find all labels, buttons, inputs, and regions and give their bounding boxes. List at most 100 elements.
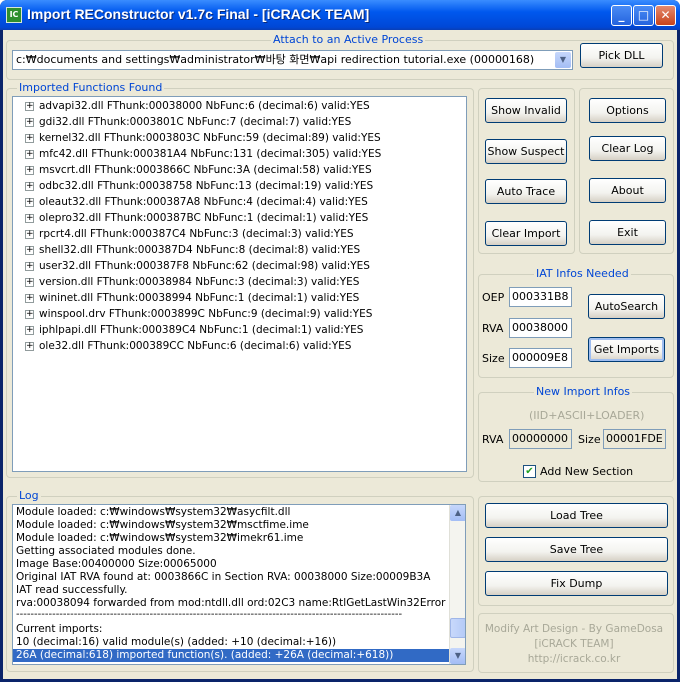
expand-plus-icon[interactable]: +	[25, 182, 34, 191]
expand-plus-icon[interactable]: +	[25, 134, 34, 143]
new-rva-label: RVA	[482, 433, 504, 446]
tree-item-label: gdi32.dll FThunk:0003801C NbFunc:7 (deci…	[39, 116, 352, 128]
process-select-value: c:₩documents and settings₩administrator₩…	[16, 53, 535, 66]
expand-plus-icon[interactable]: +	[25, 214, 34, 223]
get-imports-button[interactable]: Get Imports	[588, 337, 665, 362]
size-input[interactable]: 000009E8	[509, 348, 572, 368]
pick-dll-button[interactable]: Pick DLL	[580, 43, 663, 68]
scroll-up-icon[interactable]: ▲	[450, 505, 465, 521]
tree-item[interactable]: + user32.dll FThunk:000387F8 NbFunc:62 (d…	[13, 258, 466, 274]
clear-import-button[interactable]: Clear Import	[485, 221, 567, 246]
log-separator: ----------------------------------------…	[16, 610, 403, 620]
imports-group-title: Imported Functions Found	[17, 81, 165, 94]
log-line[interactable]: Original IAT RVA found at: 0003866C in S…	[13, 571, 465, 584]
tree-item[interactable]: + mfc42.dll FThunk:000381A4 NbFunc:131 (d…	[13, 146, 466, 162]
minimize-button[interactable]: _	[611, 5, 632, 26]
credits-line-1: Modify Art Design - By GameDosa	[484, 623, 664, 635]
tree-item[interactable]: + olepro32.dll FThunk:000387BC NbFunc:1 (…	[13, 210, 466, 226]
tree-item[interactable]: + oleaut32.dll FThunk:000387A8 NbFunc:4 (…	[13, 194, 466, 210]
tree-item[interactable]: + shell32.dll FThunk:000387D4 NbFunc:8 (d…	[13, 242, 466, 258]
new-size-label: Size	[578, 433, 601, 446]
imports-tree[interactable]: + advapi32.dll FThunk:00038000 NbFunc:6 (…	[12, 96, 467, 472]
log-line[interactable]: Module loaded: c:₩windows₩system32₩msctf…	[13, 519, 465, 532]
log-line[interactable]: 10 (decimal:16) valid module(s) (added: …	[13, 636, 465, 649]
log-line[interactable]: Module loaded: c:₩windows₩system32₩imekr…	[13, 532, 465, 545]
log-list[interactable]: Module loaded: c:₩windows₩system32₩asycf…	[12, 504, 466, 665]
close-button[interactable]: ✕	[655, 5, 676, 26]
new-rva-input[interactable]: 00000000	[509, 429, 572, 449]
expand-plus-icon[interactable]: +	[25, 166, 34, 175]
expand-plus-icon[interactable]: +	[25, 262, 34, 271]
log-scrollbar[interactable]: ▲ ▼	[449, 505, 465, 664]
log-line[interactable]: Current imports:	[13, 623, 465, 636]
expand-plus-icon[interactable]: +	[25, 342, 34, 351]
expand-plus-icon[interactable]: +	[25, 294, 34, 303]
expand-plus-icon[interactable]: +	[25, 310, 34, 319]
app-icon: IC	[6, 7, 22, 23]
about-button[interactable]: About	[589, 178, 666, 203]
options-button[interactable]: Options	[589, 98, 666, 123]
oep-input[interactable]: 000331B8	[509, 287, 572, 307]
credits-group: Modify Art Design - By GameDosa [iCRACK …	[478, 613, 674, 673]
scroll-down-icon[interactable]: ▼	[450, 648, 465, 664]
log-line[interactable]: Module loaded: c:₩windows₩system32₩asycf…	[13, 506, 465, 519]
expand-plus-icon[interactable]: +	[25, 198, 34, 207]
credits-line-2: [iCRACK TEAM]	[534, 638, 614, 650]
tree-item[interactable]: + iphlpapi.dll FThunk:000389C4 NbFunc:1 (…	[13, 322, 466, 338]
tree-item[interactable]: + gdi32.dll FThunk:0003801C NbFunc:7 (dec…	[13, 114, 466, 130]
rva-label: RVA	[482, 322, 504, 335]
log-line[interactable]: Image Base:00400000 Size:00065000	[13, 558, 465, 571]
log-group-title: Log	[17, 489, 41, 502]
tree-item-label: ole32.dll FThunk:000389CC NbFunc:6 (deci…	[39, 340, 352, 352]
tree-item[interactable]: + version.dll FThunk:00038984 NbFunc:3 (d…	[13, 274, 466, 290]
save-tree-button[interactable]: Save Tree	[485, 537, 668, 562]
tree-item[interactable]: + msvcrt.dll FThunk:0003866C NbFunc:3A (d…	[13, 162, 466, 178]
chevron-down-icon[interactable]: ▼	[555, 52, 571, 68]
expand-plus-icon[interactable]: +	[25, 278, 34, 287]
tree-item-label: rpcrt4.dll FThunk:000387C4 NbFunc:3 (dec…	[39, 228, 354, 240]
expand-plus-icon[interactable]: +	[25, 230, 34, 239]
show-suspect-button[interactable]: Show Suspect	[485, 139, 567, 164]
log-line[interactable]: Getting associated modules done.	[13, 545, 465, 558]
log-line[interactable]: rva:00038094 forwarded from mod:ntdll.dl…	[13, 597, 465, 610]
tree-item-label: wininet.dll FThunk:00038994 NbFunc:1 (de…	[39, 292, 360, 304]
client-area: Attach to an Active Process c:₩documents…	[3, 30, 677, 679]
scroll-thumb[interactable]	[450, 618, 465, 638]
iat-group: IAT Infos Needed	[478, 267, 674, 378]
tree-item-label: kernel32.dll FThunk:0003803C NbFunc:59 (…	[39, 132, 381, 144]
expand-plus-icon[interactable]: +	[25, 102, 34, 111]
expand-plus-icon[interactable]: +	[25, 118, 34, 127]
imports-tree-rows: + advapi32.dll FThunk:00038000 NbFunc:6 (…	[13, 97, 466, 354]
add-section-label[interactable]: Add New Section	[540, 465, 633, 478]
expand-plus-icon[interactable]: +	[25, 246, 34, 255]
title-bar[interactable]: IC Import REConstructor v1.7c Final - [i…	[0, 0, 680, 30]
tree-item-label: advapi32.dll FThunk:00038000 NbFunc:6 (d…	[39, 100, 370, 112]
tree-item[interactable]: + rpcrt4.dll FThunk:000387C4 NbFunc:3 (de…	[13, 226, 466, 242]
load-tree-button[interactable]: Load Tree	[485, 503, 668, 528]
log-line[interactable]: IAT read successfully.	[13, 584, 465, 597]
show-invalid-button[interactable]: Show Invalid	[485, 98, 567, 123]
auto-trace-button[interactable]: Auto Trace	[485, 179, 567, 204]
tree-item-label: iphlpapi.dll FThunk:000389C4 NbFunc:1 (d…	[39, 324, 364, 336]
maximize-button[interactable]: □	[633, 5, 654, 26]
expand-plus-icon[interactable]: +	[25, 326, 34, 335]
add-section-checkbox[interactable]: ✔	[523, 465, 536, 478]
exit-button[interactable]: Exit	[589, 220, 666, 245]
fix-dump-button[interactable]: Fix Dump	[485, 571, 668, 596]
window-title: Import REConstructor v1.7c Final - [iCRA…	[27, 6, 370, 22]
tree-item-label: user32.dll FThunk:000387F8 NbFunc:62 (de…	[39, 260, 370, 272]
tree-item[interactable]: + advapi32.dll FThunk:00038000 NbFunc:6 (…	[13, 98, 466, 114]
autosearch-button[interactable]: AutoSearch	[588, 294, 665, 319]
tree-item[interactable]: + winspool.drv FThunk:0003899C NbFunc:9 (…	[13, 306, 466, 322]
new-size-input[interactable]: 00001FDE	[603, 429, 666, 449]
rva-input[interactable]: 00038000	[509, 318, 572, 338]
tree-item[interactable]: + ole32.dll FThunk:000389CC NbFunc:6 (dec…	[13, 338, 466, 354]
tree-item[interactable]: + kernel32.dll FThunk:0003803C NbFunc:59 …	[13, 130, 466, 146]
clear-log-button[interactable]: Clear Log	[589, 136, 666, 161]
expand-plus-icon[interactable]: +	[25, 150, 34, 159]
tree-item[interactable]: + wininet.dll FThunk:00038994 NbFunc:1 (d…	[13, 290, 466, 306]
process-select[interactable]: c:₩documents and settings₩administrator₩…	[12, 50, 573, 70]
log-selected-line[interactable]: 26A (decimal:618) imported function(s). …	[13, 649, 450, 662]
oep-label: OEP	[482, 291, 505, 304]
tree-item[interactable]: + odbc32.dll FThunk:00038758 NbFunc:13 (d…	[13, 178, 466, 194]
